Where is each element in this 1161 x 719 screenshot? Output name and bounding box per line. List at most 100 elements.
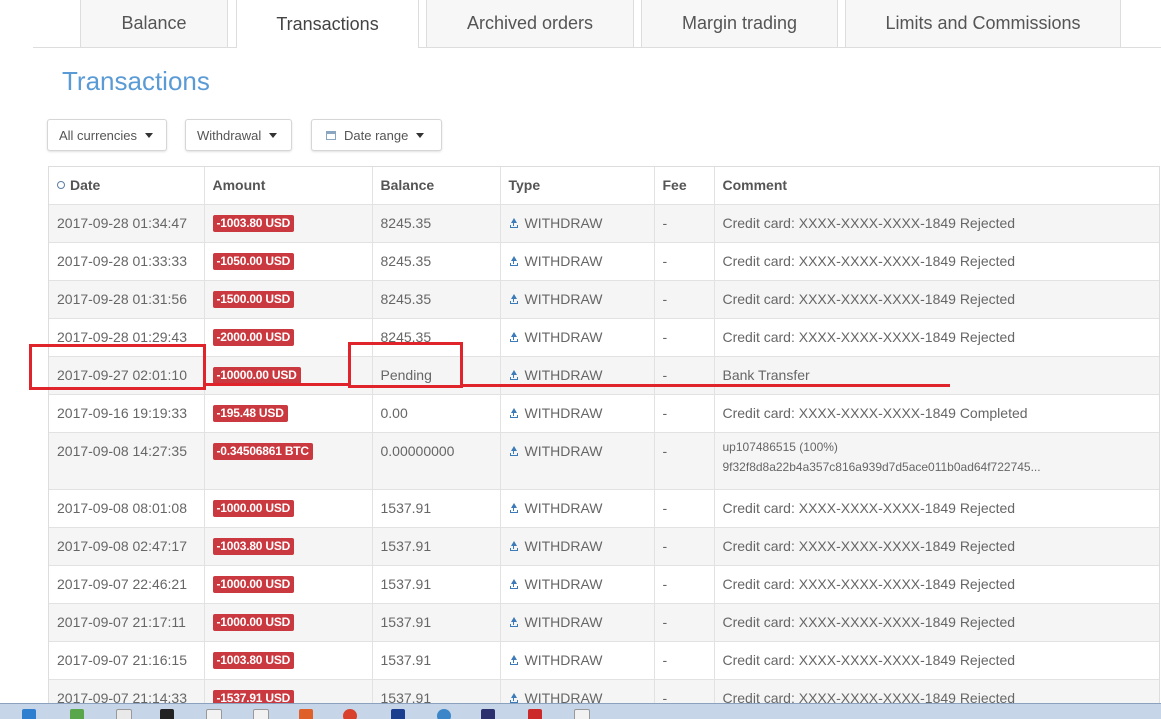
- amount-badge: -1003.80 USD: [212, 215, 295, 233]
- amount-badge: -1000.00 USD: [212, 576, 295, 594]
- cell-comment: Credit card: XXXX-XXXX-XXXX-1849 Rejecte…: [714, 603, 1159, 642]
- type-label: WITHDRAW: [524, 442, 603, 459]
- cell-comment: Bank Transfer: [714, 356, 1159, 395]
- tab-transactions[interactable]: Transactions: [236, 0, 419, 48]
- table-row: 2017-09-28 01:29:43 -2000.00 USD 8245.35 WI…: [49, 318, 1159, 357]
- cell-type: WITHDRAW: [500, 641, 655, 680]
- cell-fee: -: [654, 204, 715, 243]
- cell-fee: -: [654, 641, 715, 680]
- type-label: WITHDRAW: [524, 290, 603, 307]
- date-range-label: Date range: [344, 127, 409, 143]
- table-row: 2017-09-07 22:46:21 -1000.00 USD 1537.91 WI…: [49, 565, 1159, 604]
- table-row: 2017-09-27 02:01:10 -10000.00 USD Pending W…: [49, 356, 1159, 395]
- column-header-comment: Comment: [714, 167, 1159, 205]
- cell-type: WITHDRAW: [500, 280, 655, 319]
- type-filter-dropdown[interactable]: Withdrawal: [185, 119, 292, 151]
- caret-down-icon: [416, 132, 425, 138]
- cell-type: WITHDRAW: [500, 603, 655, 642]
- amount-badge: -2000.00 USD: [212, 329, 295, 347]
- transactions-table: Date Amount Balance Type Fee Comment 201…: [48, 166, 1160, 719]
- upload-icon: [509, 369, 519, 380]
- cell-fee: -: [654, 394, 715, 433]
- caret-down-icon: [145, 132, 154, 138]
- cell-fee: -: [654, 318, 715, 357]
- cell-amount: -1500.00 USD: [204, 280, 373, 319]
- cell-balance: 1537.91: [372, 527, 501, 566]
- upload-icon: [509, 293, 519, 304]
- cell-fee: -: [654, 432, 715, 490]
- type-label: WITHDRAW: [524, 613, 603, 630]
- upload-icon: [509, 502, 519, 513]
- cell-fee: -: [654, 565, 715, 604]
- cell-comment: Credit card: XXXX-XXXX-XXXX-1849 Rejecte…: [714, 527, 1159, 566]
- type-label: WITHDRAW: [524, 252, 603, 269]
- column-header-balance: Balance: [372, 167, 501, 205]
- upload-icon: [509, 578, 519, 589]
- cell-type: WITHDRAW: [500, 394, 655, 433]
- table-header-row: Date Amount Balance Type Fee Comment: [49, 167, 1159, 205]
- tab-margin-trading[interactable]: Margin trading: [641, 0, 838, 47]
- cell-balance: 1537.91: [372, 565, 501, 604]
- cell-balance: 8245.35: [372, 204, 501, 243]
- page-title: Transactions: [62, 66, 210, 96]
- taskbar: [0, 703, 1161, 719]
- cell-type: WITHDRAW: [500, 356, 655, 395]
- table-row: 2017-09-07 21:17:11 -1000.00 USD 1537.91 WI…: [49, 603, 1159, 642]
- cell-comment: Credit card: XXXX-XXXX-XXXX-1849 Rejecte…: [714, 318, 1159, 357]
- cell-balance: 0.00: [372, 394, 501, 433]
- cell-comment: Credit card: XXXX-XXXX-XXXX-1849 Rejecte…: [714, 242, 1159, 281]
- currency-filter-label: All currencies: [59, 127, 138, 143]
- column-header-fee: Fee: [654, 167, 715, 205]
- table-row: 2017-09-08 02:47:17 -1003.80 USD 1537.91 WI…: [49, 527, 1159, 566]
- cell-type: WITHDRAW: [500, 242, 655, 281]
- cell-type: WITHDRAW: [500, 565, 655, 604]
- tab-balance[interactable]: Balance: [80, 0, 228, 47]
- cell-date: 2017-09-07 22:46:21: [49, 565, 205, 604]
- cell-fee: -: [654, 603, 715, 642]
- table-row: 2017-09-28 01:33:33 -1050.00 USD 8245.35 WI…: [49, 242, 1159, 281]
- upload-icon: [509, 407, 519, 418]
- cell-fee: -: [654, 489, 715, 528]
- cell-date: 2017-09-28 01:29:43: [49, 318, 205, 357]
- cell-date: 2017-09-07 21:16:15: [49, 641, 205, 680]
- cell-date: 2017-09-28 01:33:33: [49, 242, 205, 281]
- cell-comment: Credit card: XXXX-XXXX-XXXX-1849 Rejecte…: [714, 565, 1159, 604]
- cell-amount: -1000.00 USD: [204, 565, 373, 604]
- cell-amount: -1000.00 USD: [204, 489, 373, 528]
- cell-balance: 1537.91: [372, 641, 501, 680]
- calendar-icon: [326, 130, 336, 140]
- cell-comment: up107486515 (100%) 9f32f8d8a22b4a357c816a…: [714, 432, 1159, 490]
- column-header-type: Type: [500, 167, 655, 205]
- cell-fee: -: [654, 280, 715, 319]
- cell-balance: 8245.35: [372, 318, 501, 357]
- table-row: 2017-09-28 01:34:47 -1003.80 USD 8245.35 WI…: [49, 204, 1159, 243]
- currency-filter-dropdown[interactable]: All currencies: [47, 119, 167, 151]
- tab-archived-orders[interactable]: Archived orders: [426, 0, 634, 47]
- date-range-filter[interactable]: Date range: [311, 119, 442, 151]
- table-row: 2017-09-16 19:19:33 -195.48 USD 0.00 WITHDR…: [49, 394, 1159, 433]
- upload-icon: [509, 217, 519, 228]
- cell-amount: -1000.00 USD: [204, 603, 373, 642]
- amount-badge: -195.48 USD: [212, 405, 288, 423]
- type-label: WITHDRAW: [524, 214, 603, 231]
- type-label: WITHDRAW: [524, 366, 603, 383]
- cell-comment: Credit card: XXXX-XXXX-XXXX-1849 Rejecte…: [714, 280, 1159, 319]
- amount-badge: -1003.80 USD: [212, 538, 295, 556]
- cell-type: WITHDRAW: [500, 527, 655, 566]
- upload-icon: [509, 616, 519, 627]
- cell-fee: -: [654, 527, 715, 566]
- amount-badge: -1050.00 USD: [212, 253, 295, 271]
- cell-date: 2017-09-07 21:17:11: [49, 603, 205, 642]
- amount-badge: -10000.00 USD: [212, 367, 301, 385]
- cell-date: 2017-09-16 19:19:33: [49, 394, 205, 433]
- tab-limits-and-commissions[interactable]: Limits and Commissions: [845, 0, 1121, 47]
- column-header-date[interactable]: Date: [49, 167, 205, 205]
- amount-badge: -0.34506861 BTC: [212, 443, 313, 461]
- type-label: WITHDRAW: [524, 537, 603, 554]
- cell-amount: -1003.80 USD: [204, 527, 373, 566]
- upload-icon: [509, 331, 519, 342]
- amount-badge: -1003.80 USD: [212, 652, 295, 670]
- type-filter-label: Withdrawal: [197, 127, 262, 143]
- comment-line-2: 9f32f8d8a22b4a357c816a939d7d5ace011b0ad6…: [722, 459, 1041, 474]
- table-row: 2017-09-07 21:16:15 -1003.80 USD 1537.91 WI…: [49, 641, 1159, 680]
